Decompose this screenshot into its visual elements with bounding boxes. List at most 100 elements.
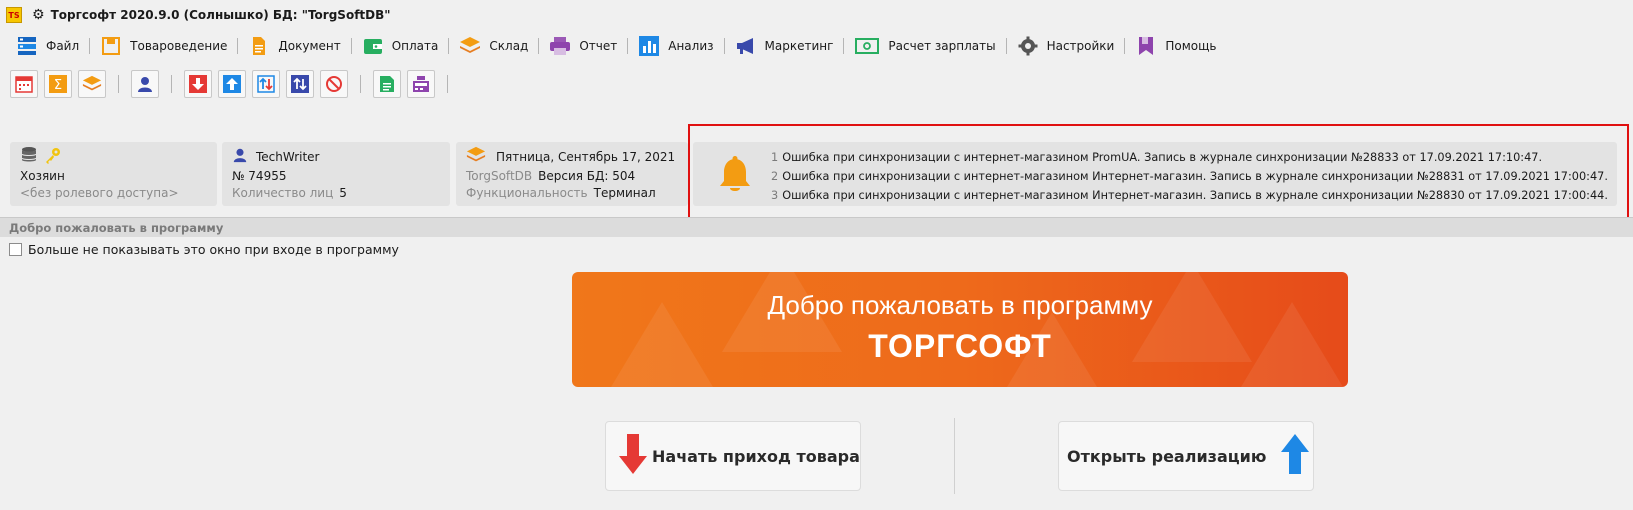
menu-goods-label: Товароведение [130,39,228,53]
dont-show-checkbox[interactable] [9,243,22,256]
svg-text:Σ: Σ [54,78,62,93]
megaphone-icon [735,35,757,57]
key-icon [44,146,62,167]
chart-icon [638,35,660,57]
goods-icon [100,35,122,57]
menu-file[interactable]: Файл [10,33,85,59]
notification-text: Ошибка при синхронизации с интернет-мага… [782,151,1543,164]
dont-show-row[interactable]: Больше не показывать это окно при входе … [9,242,399,257]
sheet-icon[interactable] [373,70,401,98]
open-sales-button[interactable]: Открыть реализацию [1058,421,1314,491]
toolbar-separator [118,75,119,93]
title-bar: TS ⚙ Торгсофт 2020.9.0 (Солнышко) БД: "T… [0,0,1633,30]
dont-show-label: Больше не показывать это окно при входе … [28,242,399,257]
menu-salary[interactable]: Расчет зарплаты [848,33,1001,59]
toolbar-separator [447,75,448,93]
exchange-icon[interactable] [252,70,280,98]
toolbar-separator [360,75,361,93]
notification-item[interactable]: 1 Ошибка при синхронизации с интернет-ма… [771,148,1608,167]
open-sales-label: Открыть реализацию [1067,446,1267,466]
printer-icon [549,35,571,57]
warehouse-icon [459,35,481,57]
document-icon [248,35,270,57]
file-icon [16,35,38,57]
menu-warehouse[interactable]: Склад [453,33,534,59]
menu-payment-label: Оплата [391,39,439,53]
arrow-down-icon[interactable] [184,70,212,98]
money-icon [854,35,880,57]
wallet-icon [362,35,384,57]
welcome-section-header: Добро пожаловать в программу [0,217,1633,237]
menu-separator [1124,38,1126,54]
db-version: Версия БД: 504 [538,168,636,183]
notification-item[interactable]: 3 Ошибка при синхронизации с интернет-ма… [771,186,1608,205]
menu-separator [538,38,540,54]
arrow-down-icon [618,432,648,480]
bell-icon[interactable] [717,156,753,197]
functionality-label: Функциональность [466,185,588,200]
gear-icon[interactable]: ⚙ [32,7,45,23]
menu-analysis-label: Анализ [668,39,714,53]
notification-list: 1 Ошибка при синхронизации с интернет-ма… [771,148,1608,205]
banner-brand-text: ТОРГСОФТ [868,328,1052,364]
start-income-button[interactable]: Начать приход товара [605,421,861,491]
cash-register-icon[interactable] [407,70,435,98]
buttons-divider [954,418,955,494]
user-number: № 74955 [232,168,287,183]
menu-marketing[interactable]: Маркетинг [729,33,840,59]
db-name: TorgSoftDB [466,168,533,183]
calendar-icon[interactable] [10,70,38,98]
app-logo-icon: TS [6,7,22,23]
cancel-icon[interactable] [320,70,348,98]
current-date: Пятница, Сентябрь 17, 2021 [496,149,676,164]
menu-bar: Файл Товароведение Документ Оплата Склад… [0,33,1223,59]
role-name: Хозяин [20,168,65,183]
menu-payment[interactable]: Оплата [356,33,445,59]
menu-salary-label: Расчет зарплаты [888,39,996,53]
notification-text: Ошибка при синхронизации с интернет-мага… [782,170,1608,183]
role-panel: Хозяин <без ролевого доступа> [10,142,217,206]
toolbar-separator [171,75,172,93]
notification-item[interactable]: 2 Ошибка при синхронизации с интернет-ма… [771,167,1608,186]
menu-warehouse-label: Склад [489,39,529,53]
menu-separator [350,38,352,54]
db-panel: Пятница, Сентябрь 17, 2021 TorgSoftDB Ве… [456,142,688,206]
menu-report-label: Отчет [579,39,618,53]
menu-help[interactable]: Помощь [1129,33,1222,59]
menu-separator [448,38,450,54]
menu-analysis[interactable]: Анализ [632,33,719,59]
notification-number: 2 [771,170,779,183]
menu-document-label: Документ [278,39,341,53]
menu-separator [1005,38,1007,54]
user-name: TechWriter [256,149,320,164]
bookmark-icon [1135,35,1157,57]
menu-separator [723,38,725,54]
welcome-banner: Добро пожаловать в программу ТОРГСОФТ [572,272,1348,387]
menu-marketing-label: Маркетинг [764,39,834,53]
menu-separator [627,38,629,54]
banner-welcome-text: Добро пожаловать в программу [767,290,1153,320]
notification-number: 1 [771,151,779,164]
window-title: Торгсофт 2020.9.0 (Солнышко) БД: "TorgSo… [50,8,391,22]
menu-goods[interactable]: Товароведение [94,33,233,59]
notification-number: 3 [771,189,779,202]
functionality-value: Терминал [593,185,656,200]
user-icon [232,147,248,166]
menu-separator [237,38,239,54]
menu-help-label: Помощь [1165,39,1217,53]
notification-text: Ошибка при синхронизации с интернет-мага… [782,189,1608,202]
gear-icon [1017,35,1039,57]
menu-settings[interactable]: Настройки [1011,33,1121,59]
sum-icon[interactable]: Σ [44,70,72,98]
transfer-icon[interactable] [286,70,314,98]
user-icon[interactable] [131,70,159,98]
arrow-up-icon [1280,432,1310,480]
start-income-label: Начать приход товара [652,446,860,466]
layers-icon[interactable] [78,70,106,98]
menu-settings-label: Настройки [1046,39,1115,53]
arrow-up-icon[interactable] [218,70,246,98]
layers-icon [466,145,486,168]
menu-document[interactable]: Документ [242,33,346,59]
database-icon [20,146,38,167]
menu-report[interactable]: Отчет [543,33,623,59]
